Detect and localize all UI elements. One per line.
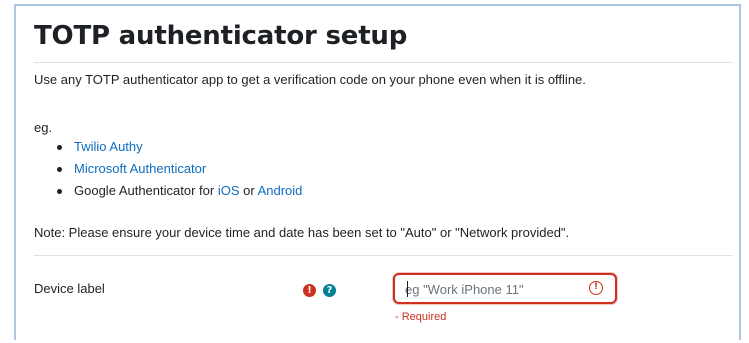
intro-text: Use any TOTP authenticator app to get a … xyxy=(34,72,586,87)
form-divider xyxy=(34,255,733,256)
google-ios-link[interactable]: iOS xyxy=(218,183,240,198)
microsoft-authenticator-link[interactable]: Microsoft Authenticator xyxy=(74,161,206,176)
bullet-icon xyxy=(57,167,62,172)
authenticator-app-list: Twilio Authy Microsoft Authenticator Goo… xyxy=(54,136,302,202)
text-caret xyxy=(407,281,408,297)
device-label-label: Device label xyxy=(34,281,105,296)
exclamation-circle-icon: ! xyxy=(303,284,316,297)
google-authenticator-text: Google Authenticator for xyxy=(74,183,218,198)
totp-setup-panel: TOTP authenticator setup Use any TOTP au… xyxy=(14,4,741,340)
list-item: Microsoft Authenticator xyxy=(54,158,302,180)
list-item: Twilio Authy xyxy=(54,136,302,158)
device-label-field[interactable]: ! xyxy=(393,273,617,304)
bullet-icon xyxy=(57,189,62,194)
device-label-input[interactable] xyxy=(405,280,575,298)
note-text: Note: Please ensure your device time and… xyxy=(34,225,570,240)
eg-label: eg. xyxy=(34,120,53,135)
bullet-icon xyxy=(57,145,62,150)
google-android-link[interactable]: Android xyxy=(258,183,303,198)
exclamation-circle-outline-icon: ! xyxy=(589,281,603,295)
or-text: or xyxy=(239,183,258,198)
question-circle-icon[interactable]: ? xyxy=(323,284,336,297)
page-title: TOTP authenticator setup xyxy=(34,21,408,51)
twilio-authy-link[interactable]: Twilio Authy xyxy=(74,139,143,154)
list-item: Google Authenticator for iOS or Android xyxy=(54,180,302,202)
title-divider xyxy=(34,62,733,63)
validation-error-text: - Required xyxy=(395,311,447,323)
